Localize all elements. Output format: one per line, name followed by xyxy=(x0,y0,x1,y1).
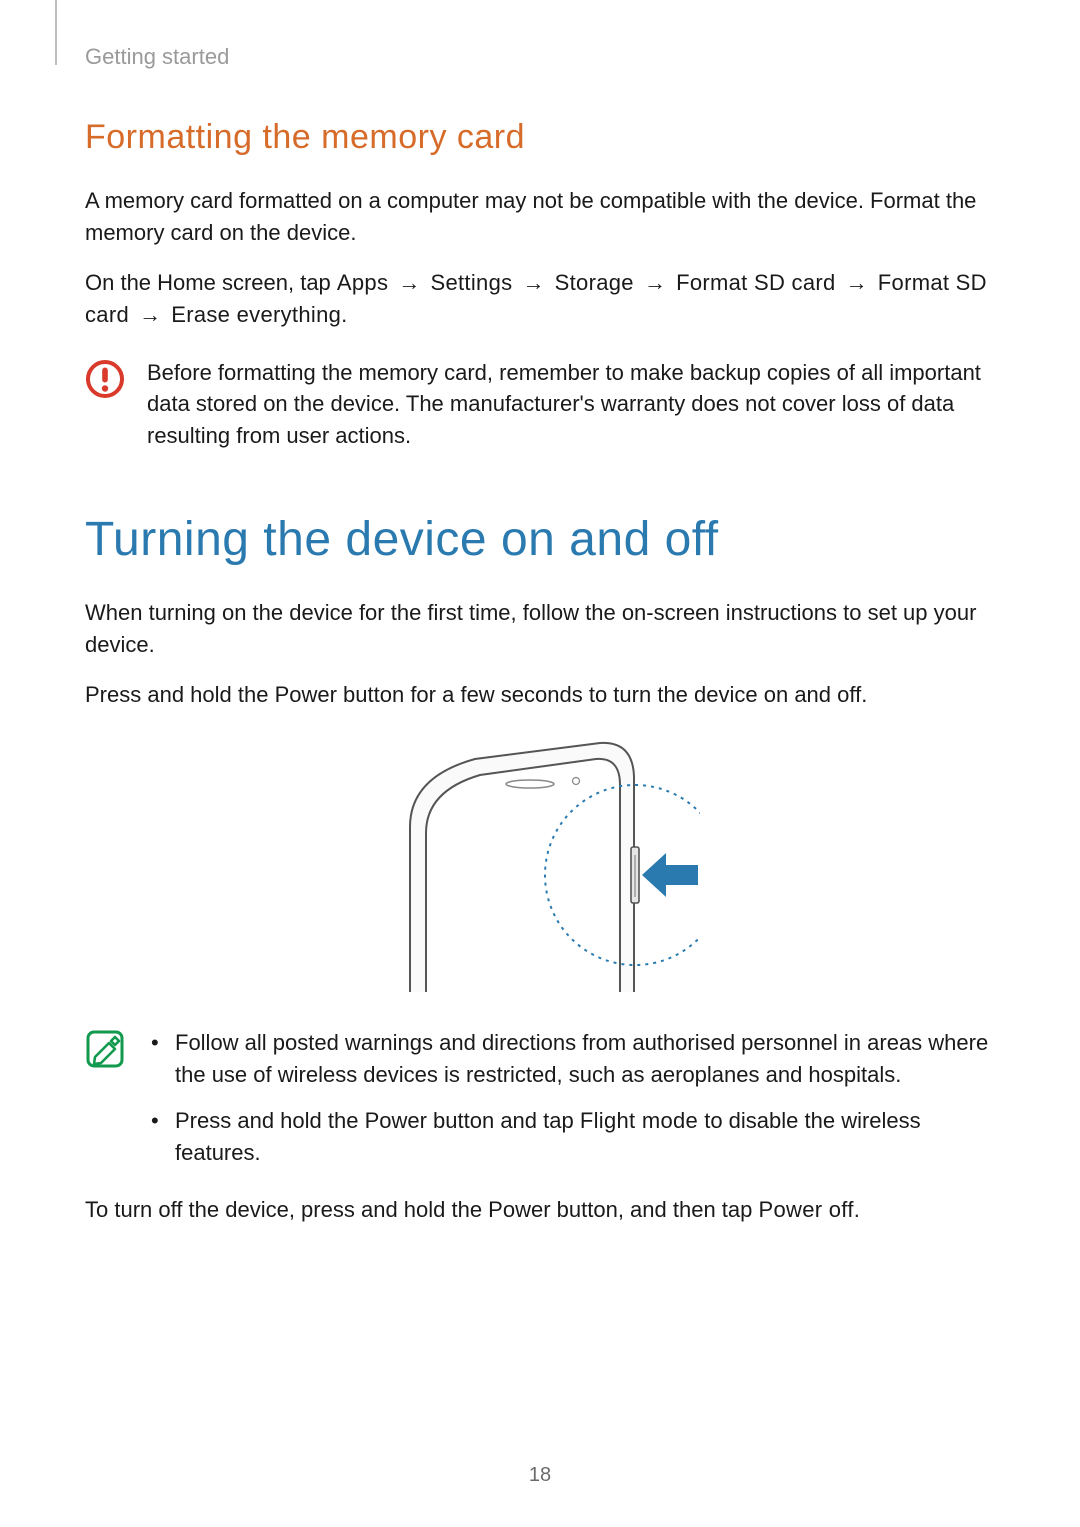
warning-text: Before formatting the memory card, remem… xyxy=(147,357,995,453)
warning-block: Before formatting the memory card, remem… xyxy=(85,357,995,453)
subheading-formatting: Formatting the memory card xyxy=(85,118,995,157)
note-list: Follow all posted warnings and direction… xyxy=(147,1027,995,1183)
sec2-paragraph-2: Press and hold the Power button for a fe… xyxy=(85,679,995,711)
sec1-path: On the Home screen, tap Apps → Settings … xyxy=(85,267,995,331)
note-block: Follow all posted warnings and direction… xyxy=(85,1027,995,1183)
path-step-storage: Storage xyxy=(555,270,634,295)
path-step-erase: Erase everything xyxy=(171,302,341,327)
arrow-icon: → xyxy=(842,270,872,295)
note-item-1: Follow all posted warnings and direction… xyxy=(147,1027,995,1091)
sec2-paragraph-3: To turn off the device, press and hold t… xyxy=(85,1194,995,1226)
device-power-figure xyxy=(85,737,995,997)
p3-post: . xyxy=(854,1197,860,1222)
chapter-label: Getting started xyxy=(85,44,995,70)
power-off-label: Power off xyxy=(759,1197,854,1222)
arrow-icon: → xyxy=(135,302,165,327)
arrow-icon: → xyxy=(394,270,424,295)
note-item-2: Press and hold the Power button and tap … xyxy=(147,1105,995,1169)
p3-pre: To turn off the device, press and hold t… xyxy=(85,1197,759,1222)
note-2-pre: Press and hold the Power button and tap xyxy=(175,1108,580,1133)
note-icon xyxy=(85,1029,125,1069)
main-heading-turning: Turning the device on and off xyxy=(85,512,995,567)
page-number: 18 xyxy=(0,1464,1080,1487)
sec1-paragraph-1: A memory card formatted on a computer ma… xyxy=(85,185,995,249)
path-intro: On the Home screen, tap xyxy=(85,270,337,295)
arrow-icon: → xyxy=(640,270,670,295)
device-power-illustration xyxy=(380,737,700,997)
arrow-icon: → xyxy=(519,270,549,295)
flight-mode-label: Flight mode xyxy=(580,1108,698,1133)
warning-icon xyxy=(85,359,125,399)
path-step-settings: Settings xyxy=(431,270,513,295)
header-rule xyxy=(55,0,57,65)
sec2-paragraph-1: When turning on the device for the first… xyxy=(85,597,995,661)
path-step-apps: Apps xyxy=(337,270,388,295)
path-step-format-sd-1: Format SD card xyxy=(676,270,835,295)
